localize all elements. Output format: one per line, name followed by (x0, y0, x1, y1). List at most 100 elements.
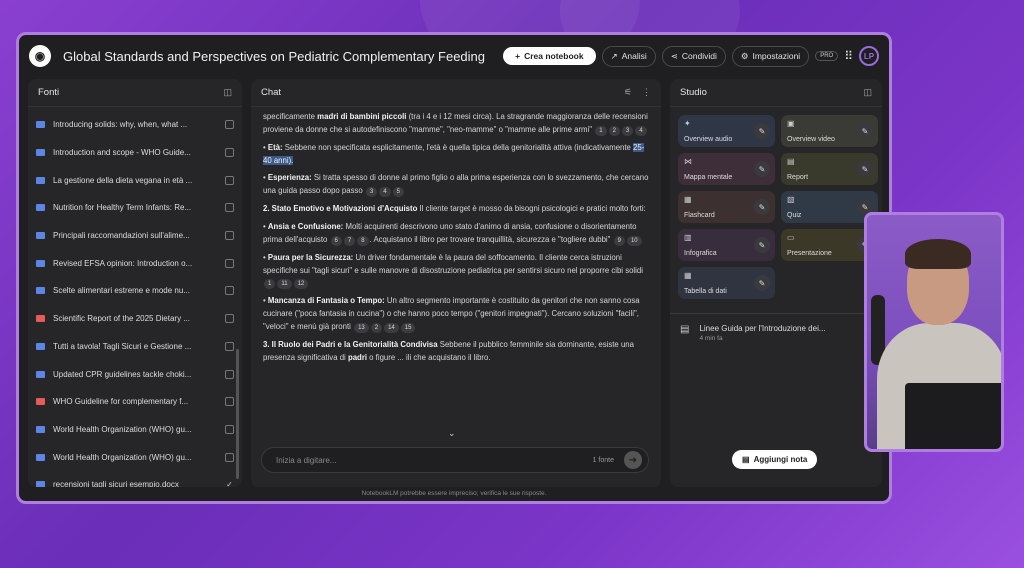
source-checkbox[interactable] (225, 286, 234, 296)
source-checkbox[interactable] (225, 452, 234, 462)
source-item[interactable]: World Health Organization (WHO) gu... (36, 416, 234, 444)
pencil-icon[interactable]: ✎ (754, 199, 770, 215)
studio-tile-label: Overview audio (684, 136, 733, 143)
settings-button[interactable]: ⚙ Impostazioni (731, 45, 810, 67)
citation-chip[interactable]: 10 (626, 235, 642, 246)
studio-tile[interactable]: ▥ Infografica ✎ (678, 229, 775, 261)
chat-heading: 2. Stato Emotivo e Motivazioni d'Acquist… (263, 204, 418, 214)
studio-tile[interactable]: ✦ Overview audio ✎ (678, 115, 775, 147)
citation-chip[interactable]: 1 (595, 125, 607, 136)
pencil-icon[interactable]: ✎ (754, 123, 770, 139)
citation-chip[interactable]: 12 (293, 279, 309, 290)
citation-chip[interactable]: 14 (384, 323, 399, 334)
citation-chip[interactable]: 3 (621, 125, 634, 136)
source-item[interactable]: Introduction and scope - WHO Guide... (36, 139, 234, 167)
note-title: Linee Guida per l'Introduzione dei... (699, 324, 826, 333)
studio-tile[interactable]: ▦ Flashcard ✎ (678, 191, 775, 223)
citation-chip[interactable]: 13 (354, 323, 369, 334)
collapse-panel-icon[interactable]: ◫ (863, 87, 872, 98)
citation-chip[interactable]: 3 (365, 187, 378, 198)
disclaimer-footer: NotebookLM potrebbe essere impreciso; ve… (361, 490, 547, 497)
pencil-icon[interactable]: ✎ (754, 275, 770, 291)
source-item[interactable]: Updated CPR guidelines tackle choki... (36, 360, 234, 388)
create-notebook-label: Crea notebook (524, 51, 584, 61)
studio-tile-label: Tabella di dati (684, 288, 727, 295)
add-note-button[interactable]: ▤ Aggiungi nota (732, 450, 818, 469)
source-item[interactable]: Introducing solids: why, when, what ... (36, 111, 234, 139)
chat-heading: 3. Il Ruolo dei Padri e la Genitorialità… (263, 339, 438, 349)
chat-input[interactable]: Inizia a digitare... 1 fonte ➜ (261, 447, 649, 473)
source-checkbox[interactable]: ✓ (225, 480, 234, 487)
source-item[interactable]: Nutrition for Healthy Term Infants: Re..… (36, 194, 234, 222)
source-checkbox[interactable] (225, 231, 234, 241)
citation-chip[interactable]: 11 (277, 279, 292, 290)
pdf-icon (36, 398, 45, 406)
source-item[interactable]: Scientific Report of the 2025 Dietary ..… (36, 305, 234, 333)
source-label: Introduction and scope - WHO Guide... (53, 148, 191, 158)
notebook-title[interactable]: Global Standards and Perspectives on Ped… (63, 49, 485, 64)
citation-chip[interactable]: 5 (392, 187, 404, 198)
source-checkbox[interactable] (225, 203, 234, 213)
source-checkbox[interactable] (225, 258, 234, 268)
source-checkbox[interactable] (225, 424, 234, 434)
analytics-button[interactable]: ↗ Analisi (601, 45, 656, 67)
citation-chip[interactable]: 2 (370, 323, 383, 334)
source-item[interactable]: La gestione della dieta vegana in età ..… (36, 166, 234, 194)
create-notebook-button[interactable]: + Crea notebook (503, 47, 596, 65)
apps-grid-icon[interactable]: ⠿ (844, 49, 853, 63)
saved-note[interactable]: ▤ Linee Guida per l'Introduzione dei... … (670, 314, 882, 352)
citation-chip[interactable]: 4 (635, 125, 647, 136)
source-checkbox[interactable] (225, 397, 234, 407)
citation-chip[interactable]: 7 (343, 235, 356, 246)
pencil-icon[interactable]: ✎ (754, 161, 770, 177)
studio-header: Studio ◫ (670, 79, 882, 107)
source-item[interactable]: Scelte alimentari estreme e mode nu... (36, 277, 234, 305)
pencil-icon[interactable]: ✎ (754, 237, 770, 253)
citation-chip[interactable]: 4 (379, 187, 391, 198)
scroll-down-chevron-icon[interactable]: ⌄ (448, 428, 456, 439)
studio-tile-label: Presentazione (787, 250, 832, 257)
webcam-overlay (864, 212, 1004, 452)
source-checkbox[interactable] (225, 341, 234, 351)
source-item[interactable]: Principali raccomandazioni sull'alime... (36, 222, 234, 250)
document-icon (36, 176, 45, 184)
citation-chip[interactable]: 2 (608, 125, 620, 136)
sources-scrollbar[interactable] (236, 349, 239, 479)
citation-chip[interactable]: 15 (400, 323, 416, 334)
studio-tile[interactable]: ▤ Report ✎ (781, 153, 878, 185)
note-add-icon: ▤ (742, 455, 750, 464)
chat-paragraph: specificamente madri di bambini piccoli … (263, 111, 649, 137)
source-checkbox[interactable] (225, 148, 234, 158)
share-button[interactable]: ⋖ Condividi (661, 45, 726, 67)
source-item[interactable]: Tutti a tavola! Tagli Sicuri e Gestione … (36, 333, 234, 361)
source-checkbox[interactable] (225, 175, 234, 185)
source-item[interactable]: World Health Organization (WHO) gu... (36, 443, 234, 471)
chat-input-placeholder: Inizia a digitare... (276, 455, 337, 465)
citation-chip[interactable]: 1 (264, 279, 276, 290)
more-vert-icon[interactable]: ⋮ (642, 87, 651, 98)
notebooklm-logo-icon[interactable]: ◉ (29, 45, 51, 67)
tune-icon[interactable]: ⚟ (624, 87, 632, 98)
source-checkbox[interactable] (225, 120, 234, 130)
pencil-icon[interactable]: ✎ (857, 161, 873, 177)
document-icon (36, 149, 45, 157)
source-checkbox[interactable] (225, 314, 234, 324)
studio-tile-label: Flashcard (684, 212, 715, 219)
studio-tile[interactable]: ▣ Overview video ✎ (781, 115, 878, 147)
pencil-icon[interactable]: ✎ (857, 123, 873, 139)
source-item[interactable]: Revised EFSA opinion: Introduction o... (36, 249, 234, 277)
citation-chip[interactable]: 8 (357, 235, 369, 246)
source-label: Nutrition for Healthy Term Infants: Re..… (53, 203, 192, 213)
collapse-panel-icon[interactable]: ◫ (223, 87, 232, 98)
send-arrow-icon[interactable]: ➜ (624, 451, 642, 469)
citation-chip[interactable]: 6 (330, 235, 342, 246)
citation-chip[interactable]: 9 (613, 235, 625, 246)
studio-tile[interactable]: ⋈ Mappa mentale ✎ (678, 153, 775, 185)
document-icon (36, 121, 45, 129)
source-item[interactable]: recensioni tagli sicuri esempio.docx ✓ (36, 471, 234, 487)
avatar[interactable]: LP (859, 46, 879, 66)
source-item[interactable]: WHO Guideline for complementary f... (36, 388, 234, 416)
document-icon (36, 259, 45, 267)
source-checkbox[interactable] (225, 369, 234, 379)
studio-tile[interactable]: ▦ Tabella di dati ✎ (678, 267, 775, 299)
